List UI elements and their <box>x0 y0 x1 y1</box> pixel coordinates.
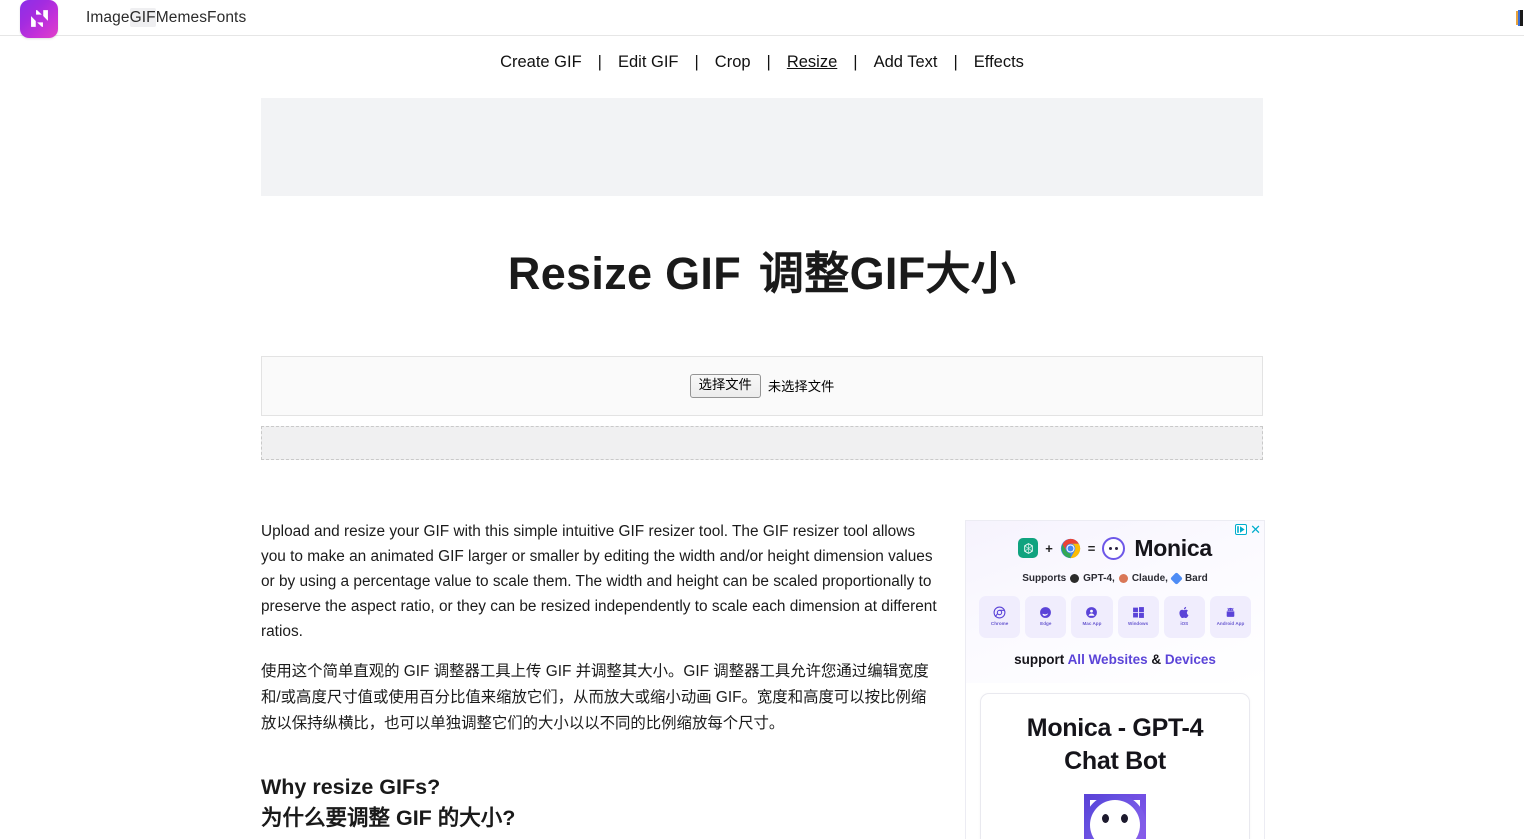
brand-suffix: MemesFonts <box>156 9 247 26</box>
supports-claude: Claude, <box>1132 573 1168 584</box>
platform-tile-label: Android App <box>1217 622 1245 627</box>
avatar-eye-right <box>1121 814 1128 823</box>
result-preview-box <box>261 426 1263 460</box>
platform-tile-label: Mac App <box>1082 622 1101 627</box>
sidebar-ad-column: ✕ + <box>965 520 1265 839</box>
supports-bard: Bard <box>1185 573 1208 584</box>
chrome-icon <box>1060 538 1081 559</box>
ad-supports-line: Supports GPT-4, Claude, Bard <box>976 573 1254 584</box>
chatgpt-icon <box>1018 538 1038 558</box>
upload-box[interactable]: 选择文件 未选择文件 <box>261 356 1263 416</box>
brand-highlight: GIF <box>130 8 156 27</box>
windows-icon <box>1132 606 1145 619</box>
monica-wordmark: Monica <box>1134 535 1211 562</box>
avatar-eye-right <box>1115 547 1118 550</box>
file-input-row: 选择文件 未选择文件 <box>690 374 835 398</box>
brand-prefix: Image <box>86 9 130 26</box>
ad-card-title-line2: Chat Bot <box>991 745 1239 778</box>
brand[interactable]: ImageGIFMemesFonts <box>0 0 246 38</box>
platform-tile-android-app[interactable]: Android App <box>1210 596 1251 638</box>
content-area: Upload and resize your GIF with this sim… <box>261 520 1263 839</box>
platform-tile-label: Windows <box>1128 622 1148 627</box>
support-prefix: support <box>1014 652 1064 667</box>
support-accent-devices: Devices <box>1165 652 1216 667</box>
gpt4-badge-icon <box>1070 574 1079 583</box>
mac-app-icon <box>1085 606 1098 619</box>
platform-tile-chrome[interactable]: Chrome <box>979 596 1020 638</box>
ad-brand-row: + = <box>976 535 1254 562</box>
nav-item-add-text[interactable]: Add Text <box>872 53 940 72</box>
supports-gpt4: GPT-4, <box>1083 573 1115 584</box>
equals-symbol: = <box>1088 541 1096 556</box>
monica-avatar-icon <box>1102 537 1125 560</box>
top-ad-slot <box>261 98 1263 196</box>
monica-ad-unit[interactable]: ✕ + <box>965 520 1265 839</box>
ad-card-title-line1: Monica - GPT-4 <box>991 712 1239 745</box>
edge-bar-dark <box>1520 10 1523 26</box>
page-title-cjk: 调整GIF大小 <box>759 248 1016 299</box>
page-container: Resize GIF 调整GIF大小 选择文件 未选择文件 Upload and … <box>261 98 1263 839</box>
platform-tile-label: Chrome <box>991 622 1008 627</box>
intro-paragraph-cjk: 使用这个简单直观的 GIF 调整器工具上传 GIF 并调整其大小。GIF 调整器… <box>261 659 941 738</box>
chrome-icon <box>993 606 1006 619</box>
nav-separator: | <box>939 53 971 72</box>
nav-separator: | <box>584 53 616 72</box>
platform-tile-windows[interactable]: Windows <box>1118 596 1159 638</box>
file-status-label: 未选择文件 <box>768 376 834 395</box>
brand-title: ImageGIFMemesFonts <box>86 9 246 27</box>
nav-item-edit-gif[interactable]: Edit GIF <box>616 53 681 72</box>
ad-choices-controls: ✕ <box>1234 523 1261 536</box>
apple-icon <box>1178 606 1191 619</box>
nav-item-crop[interactable]: Crop <box>713 53 753 72</box>
page-title-en: Resize GIF <box>508 248 741 299</box>
header-edge-stub[interactable] <box>1515 8 1524 28</box>
ad-support-summary: support All Websites & Devices <box>976 652 1254 671</box>
nav-separator: | <box>680 53 712 72</box>
choose-file-button[interactable]: 选择文件 <box>690 374 761 398</box>
edge-icon <box>1039 606 1052 619</box>
main-nav: Create GIF | Edit GIF | Crop | Resize | … <box>0 36 1524 89</box>
avatar-eye-left <box>1102 814 1109 823</box>
nav-separator: | <box>753 53 785 72</box>
article-column: Upload and resize your GIF with this sim… <box>261 520 941 839</box>
section-heading-cjk: 为什么要调整 GIF 的大小? <box>261 803 941 834</box>
platform-tile-ios[interactable]: iOS <box>1164 596 1205 638</box>
adchoices-icon[interactable] <box>1234 523 1247 535</box>
platform-tile-label: Edge <box>1040 622 1051 627</box>
ad-hero: + = <box>966 521 1264 683</box>
support-accent-websites: All Websites <box>1068 652 1148 667</box>
platform-tile-mac-app[interactable]: Mac App <box>1071 596 1112 638</box>
page-title: Resize GIF 调整GIF大小 <box>261 248 1263 300</box>
site-header: ImageGIFMemesFonts <box>0 0 1524 36</box>
ad-card-title: Monica - GPT-4 Chat Bot <box>991 712 1239 778</box>
section-heading: Why resize GIFs? 为什么要调整 GIF 的大小? <box>261 772 941 835</box>
android-icon <box>1224 606 1237 619</box>
plus-symbol: + <box>1045 541 1053 556</box>
nav-separator: | <box>839 53 871 72</box>
bard-badge-icon <box>1170 572 1183 585</box>
support-amp: & <box>1151 652 1161 667</box>
nav-item-create-gif[interactable]: Create GIF <box>498 53 584 72</box>
section-heading-en: Why resize GIFs? <box>261 775 440 799</box>
platform-tile-label: iOS <box>1180 622 1188 627</box>
supports-prefix: Supports <box>1022 573 1066 584</box>
avatar-eye-left <box>1109 547 1112 550</box>
ad-platform-tiles: Chrome Edge Mac App <box>976 596 1254 638</box>
intro-paragraph-en: Upload and resize your GIF with this sim… <box>261 520 941 645</box>
aperture-logo-icon[interactable] <box>20 0 58 38</box>
close-icon[interactable]: ✕ <box>1250 523 1261 536</box>
ad-product-card[interactable]: Monica - GPT-4 Chat Bot <box>980 693 1250 839</box>
nav-item-effects[interactable]: Effects <box>972 53 1026 72</box>
nav-item-resize[interactable]: Resize <box>785 53 839 72</box>
monica-large-avatar-icon <box>1084 794 1146 839</box>
claude-badge-icon <box>1119 574 1128 583</box>
platform-tile-edge[interactable]: Edge <box>1025 596 1066 638</box>
